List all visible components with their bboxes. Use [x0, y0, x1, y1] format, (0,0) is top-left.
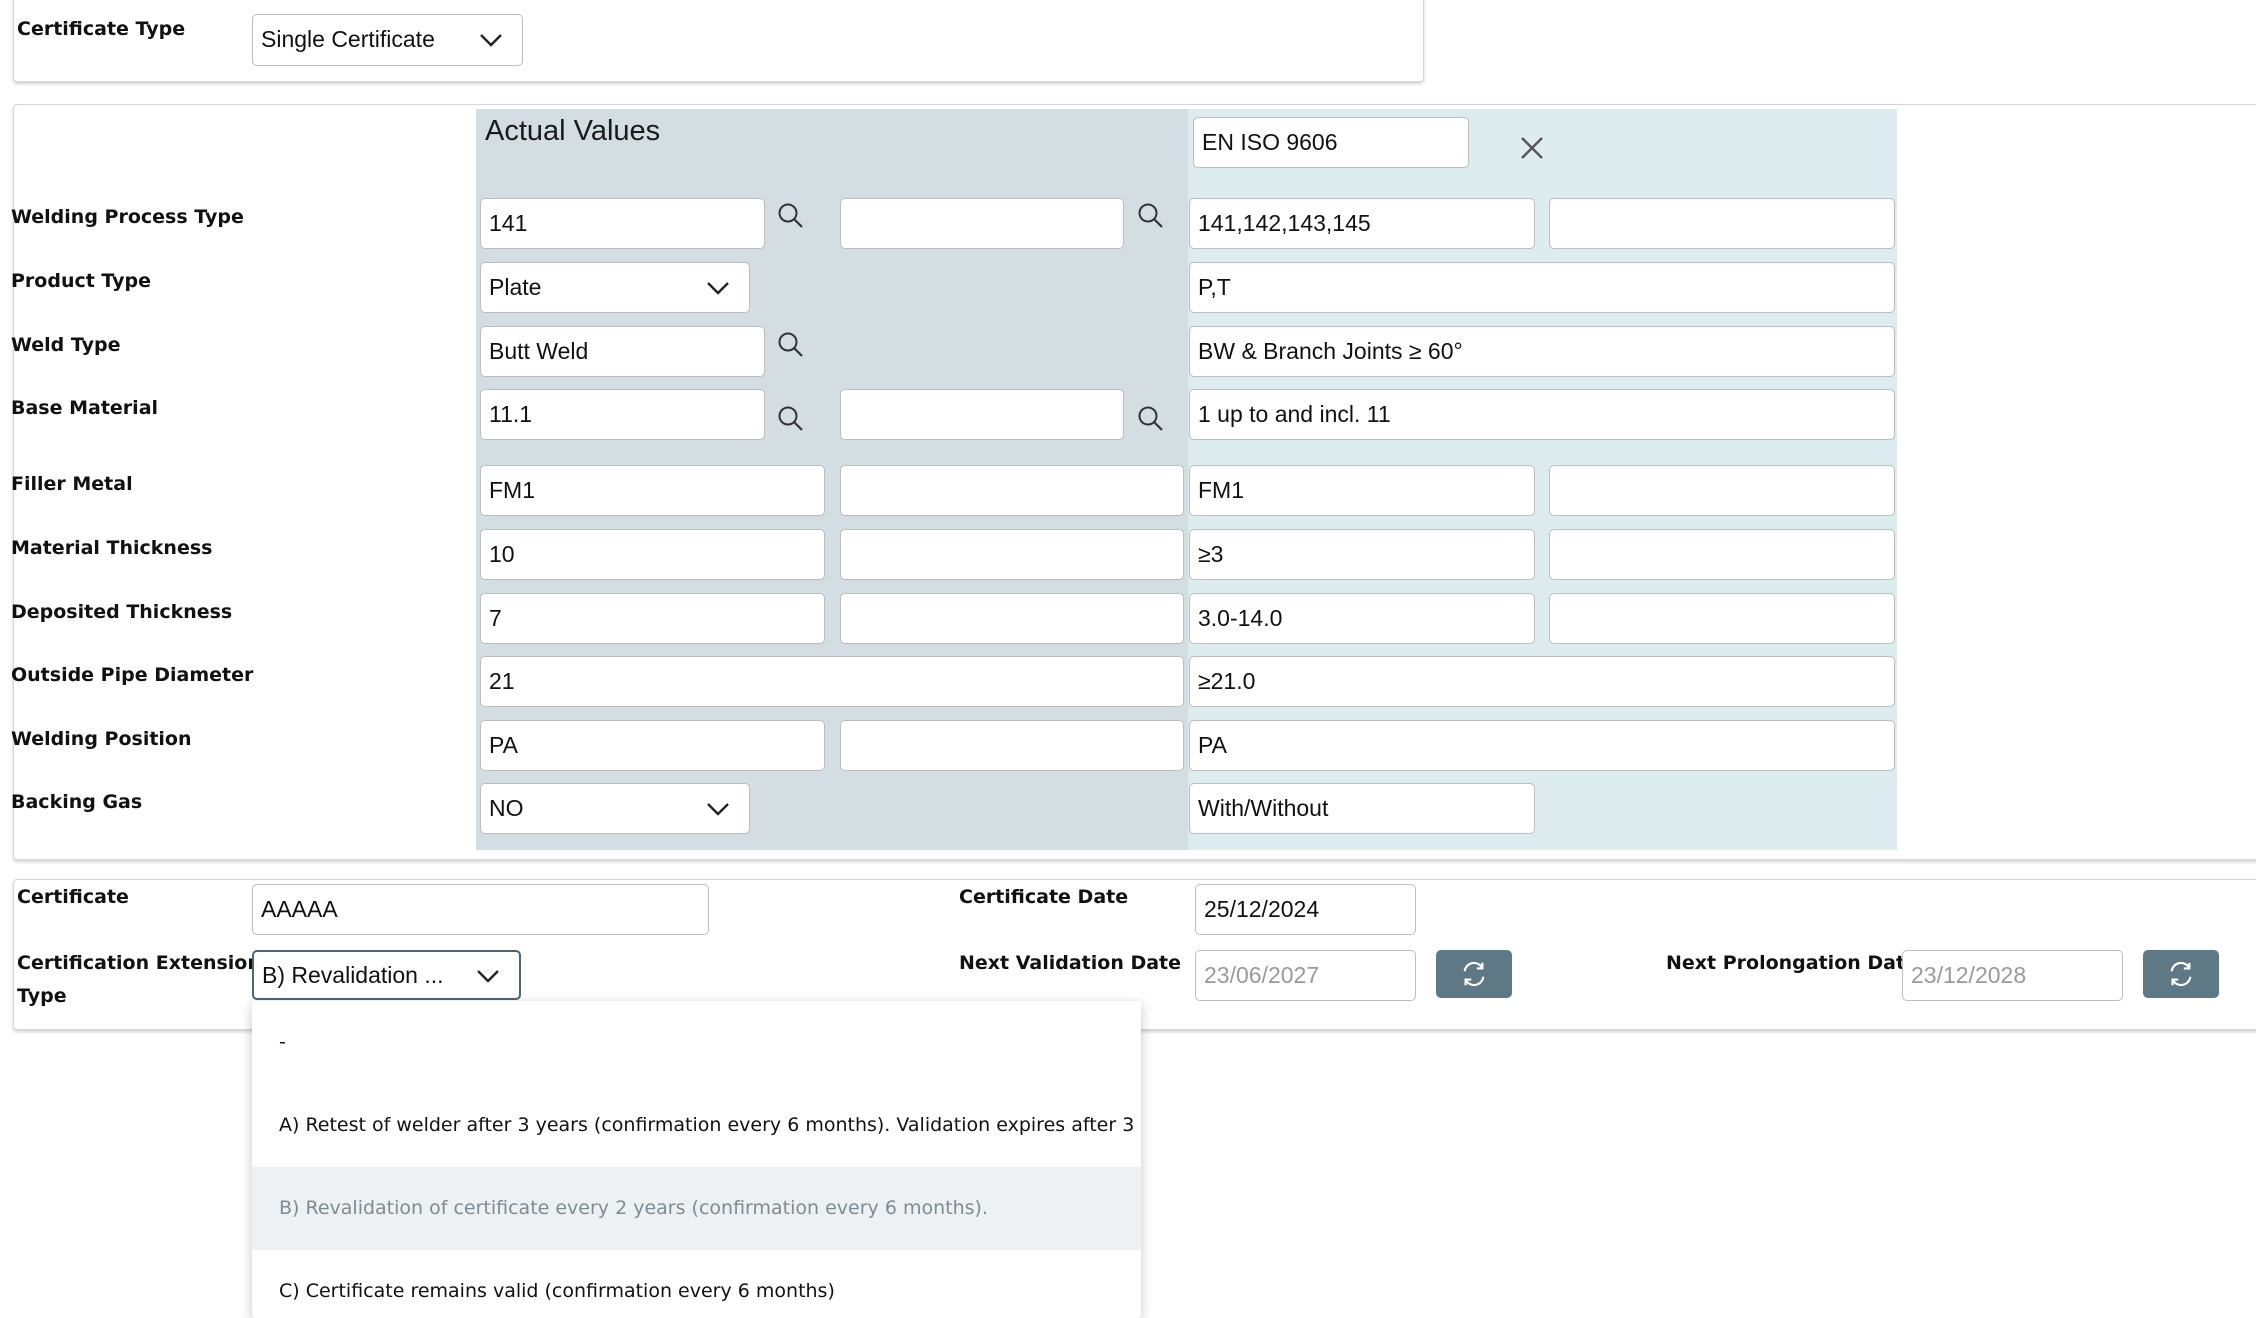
filler-metal-actual-2[interactable] [840, 465, 1184, 516]
filler-metal-actual-1[interactable]: FM1 [480, 465, 825, 516]
certificate-type-select[interactable]: Single Certificate [252, 14, 523, 66]
extension-option-b[interactable]: B) Revalidation of certificate every 2 y… [252, 1167, 1141, 1250]
refresh-prolongation-date-button[interactable] [2143, 950, 2219, 998]
refresh-icon [1463, 961, 1485, 987]
certificate-type-label: Certificate Type [17, 18, 186, 40]
backing-gas-select[interactable]: NO [480, 783, 750, 834]
search-icon[interactable] [777, 405, 805, 433]
welding-process-actual-1[interactable]: 141 [480, 198, 765, 249]
outside-pipe-diameter-label: Outside Pipe Diameter [11, 664, 254, 686]
certification-extension-type-label: Certification Extension Type [17, 947, 261, 1013]
certification-extension-type-select[interactable]: B) Revalidation ... [252, 950, 521, 1000]
refresh-validation-date-button[interactable] [1436, 950, 1512, 998]
welding-process-actual-2[interactable] [840, 198, 1124, 249]
weld-type-range[interactable]: BW & Branch Joints ≥ 60° [1189, 326, 1895, 377]
product-type-label: Product Type [11, 270, 152, 292]
certificate-date-field[interactable]: 25/12/2024 [1195, 884, 1416, 935]
refresh-icon [2170, 961, 2192, 987]
backing-gas-value: NO [489, 795, 524, 821]
chevron-down-icon [707, 282, 729, 295]
material-thickness-label: Material Thickness [11, 537, 213, 559]
certificate-date-label: Certificate Date [959, 886, 1129, 908]
actual-values-title: Actual Values [485, 115, 661, 147]
certificate-label: Certificate [17, 886, 129, 908]
filler-metal-label: Filler Metal [11, 473, 133, 495]
chevron-down-icon [477, 970, 499, 983]
certificate-field[interactable]: AAAAA [252, 884, 709, 935]
welding-position-actual-2[interactable] [840, 720, 1184, 771]
outside-pipe-diameter-range[interactable]: ≥21.0 [1189, 656, 1895, 707]
certification-extension-type-label-line2: Type [17, 985, 67, 1007]
chevron-down-icon [480, 34, 502, 47]
extension-option-none[interactable]: - [252, 1001, 1141, 1084]
weld-type-actual[interactable]: Butt Weld [480, 326, 765, 377]
extension-type-dropdown: - A) Retest of welder after 3 years (con… [252, 1001, 1141, 1318]
base-material-label: Base Material [11, 397, 159, 419]
outside-pipe-diameter-actual[interactable]: 21 [480, 656, 1184, 707]
search-icon[interactable] [1137, 405, 1165, 433]
product-type-value: Plate [489, 274, 542, 300]
deposited-thickness-range-2[interactable] [1549, 593, 1895, 644]
material-thickness-range-2[interactable] [1549, 529, 1895, 580]
welding-position-actual-1[interactable]: PA [480, 720, 825, 771]
next-validation-date-label: Next Validation Date [959, 952, 1182, 974]
next-prolongation-date-field: 23/12/2028 [1902, 950, 2123, 1001]
certificate-type-card [13, 0, 1424, 82]
base-material-range[interactable]: 1 up to and incl. 11 [1189, 389, 1895, 440]
material-thickness-actual-1[interactable]: 10 [480, 529, 825, 580]
weld-type-label: Weld Type [11, 334, 121, 356]
extension-option-a[interactable]: A) Retest of welder after 3 years (confi… [252, 1084, 1141, 1167]
filler-metal-range-1[interactable]: FM1 [1189, 465, 1535, 516]
product-type-range[interactable]: P,T [1189, 262, 1895, 313]
material-thickness-actual-2[interactable] [840, 529, 1184, 580]
welding-position-label: Welding Position [11, 728, 192, 750]
search-icon[interactable] [777, 331, 805, 359]
standard-field[interactable]: EN ISO 9606 [1193, 117, 1469, 168]
welding-position-range[interactable]: PA [1189, 720, 1895, 771]
filler-metal-range-2[interactable] [1549, 465, 1895, 516]
deposited-thickness-actual-1[interactable]: 7 [480, 593, 825, 644]
welding-process-range-1[interactable]: 141,142,143,145 [1189, 198, 1535, 249]
backing-gas-label: Backing Gas [11, 791, 143, 813]
product-type-select[interactable]: Plate [480, 262, 750, 313]
base-material-actual-2[interactable] [840, 389, 1124, 440]
next-validation-date-field: 23/06/2027 [1195, 950, 1416, 1001]
material-thickness-range-1[interactable]: ≥3 [1189, 529, 1535, 580]
extension-option-c[interactable]: C) Certificate remains valid (confirmati… [252, 1250, 1141, 1318]
deposited-thickness-range-1[interactable]: 3.0-14.0 [1189, 593, 1535, 644]
deposited-thickness-actual-2[interactable] [840, 593, 1184, 644]
base-material-actual-1[interactable]: 11.1 [480, 389, 765, 440]
chevron-down-icon [707, 803, 729, 816]
certification-extension-type-value: B) Revalidation ... [262, 962, 444, 988]
backing-gas-range[interactable]: With/Without [1189, 783, 1535, 834]
search-icon[interactable] [777, 202, 805, 230]
welding-process-range-2[interactable] [1549, 198, 1895, 249]
certificate-type-value: Single Certificate [261, 26, 435, 52]
next-prolongation-date-label: Next Prolongation Date [1666, 952, 1918, 974]
certification-extension-type-label-line1: Certification Extension [17, 952, 261, 974]
close-icon[interactable] [1520, 136, 1544, 160]
welding-process-type-label: Welding Process Type [11, 206, 244, 228]
search-icon[interactable] [1137, 202, 1165, 230]
deposited-thickness-label: Deposited Thickness [11, 601, 233, 623]
